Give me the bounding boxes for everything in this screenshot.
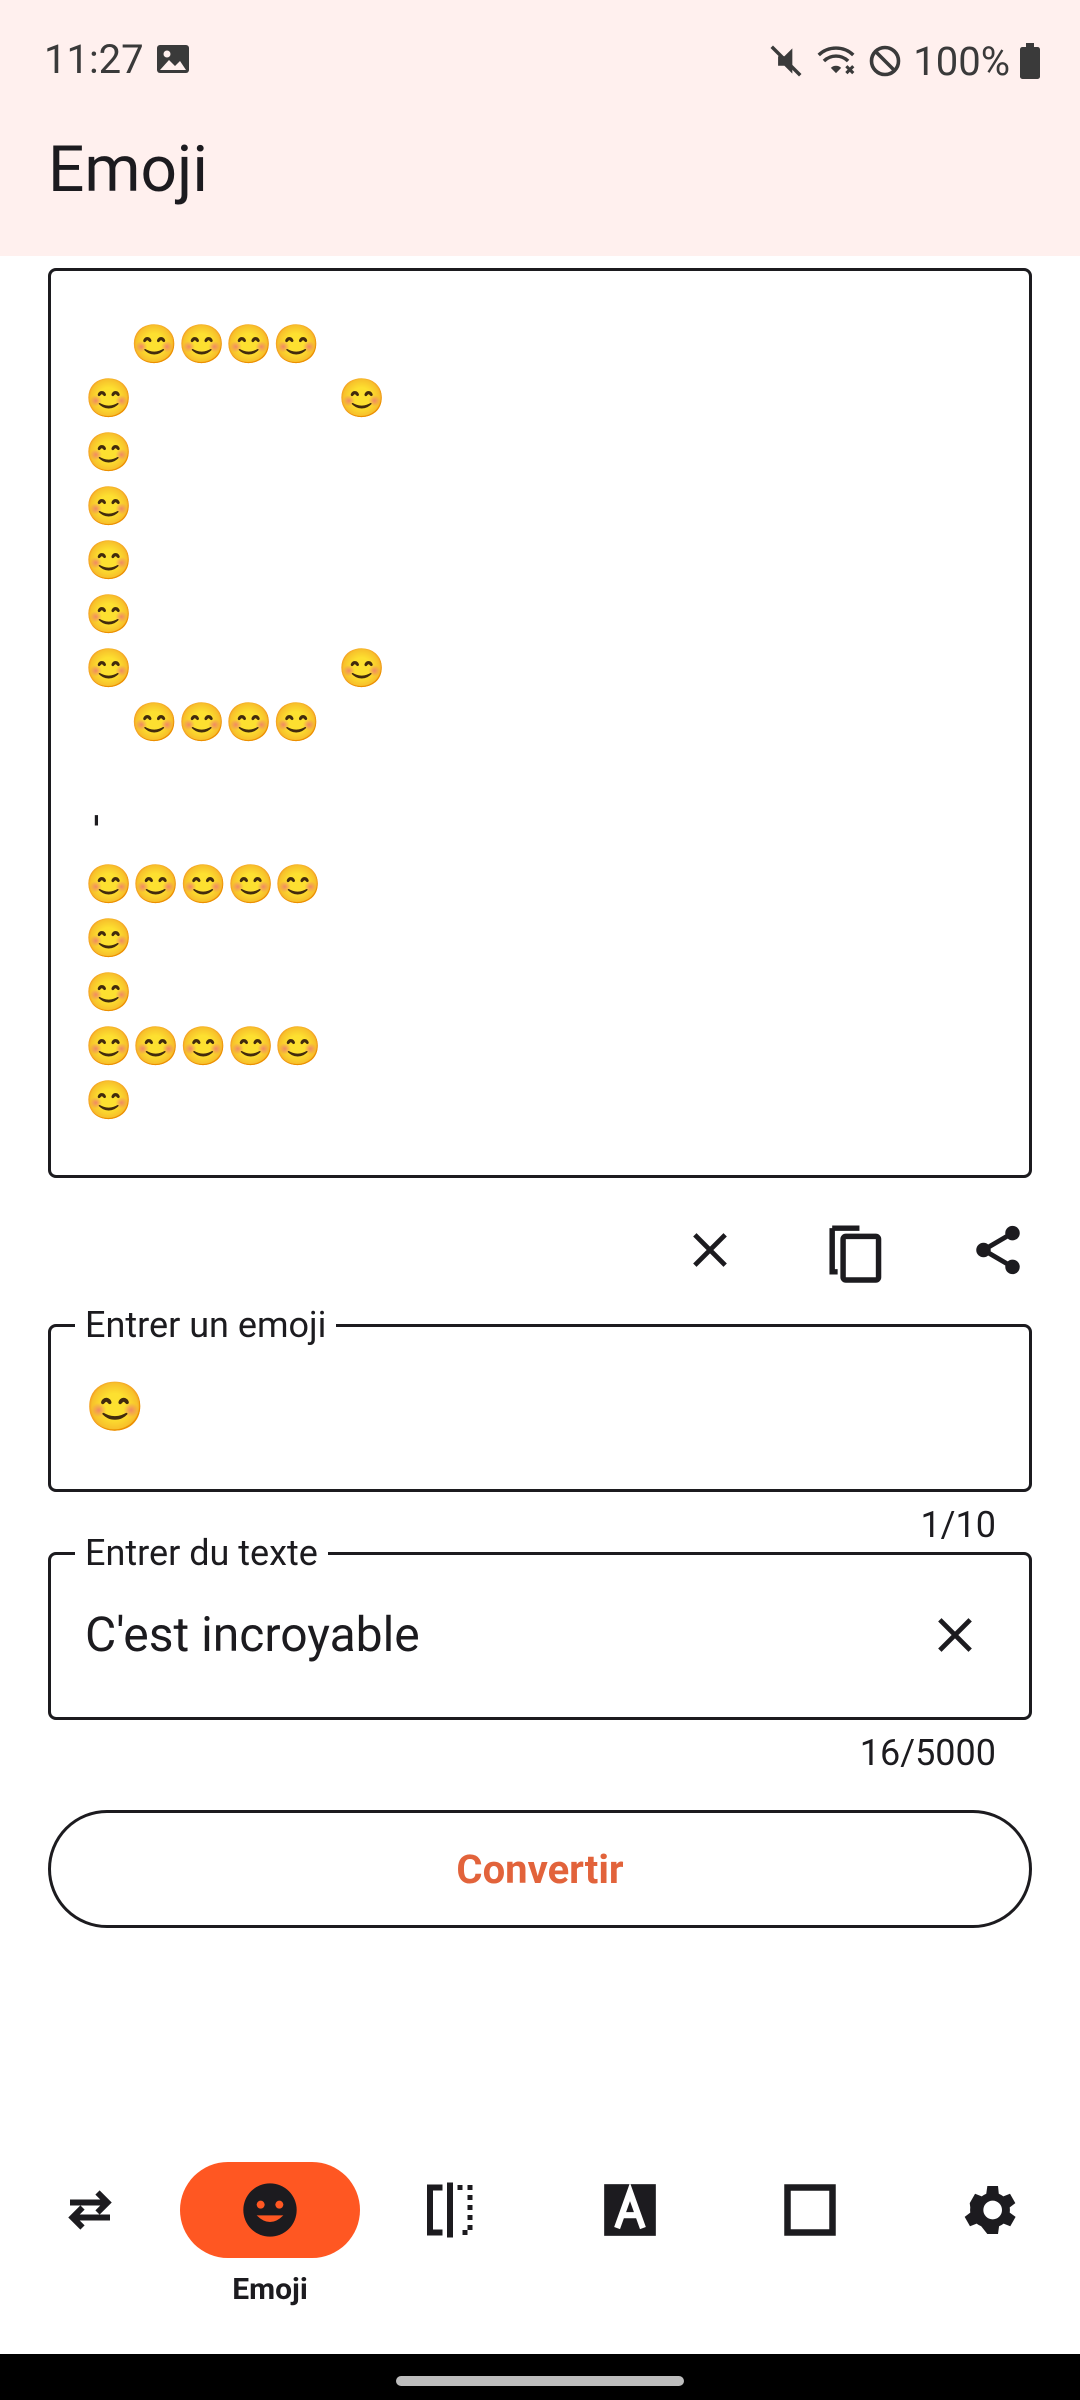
output-line: 😊	[85, 970, 133, 1014]
output-line: 😊 😊	[85, 376, 386, 420]
output-line: 😊😊😊😊	[85, 322, 321, 366]
output-line: 😊	[85, 1078, 133, 1122]
page-title: Emoji	[48, 132, 208, 207]
battery-icon	[1020, 43, 1040, 79]
clear-text-button[interactable]	[917, 1597, 993, 1673]
output-line: 😊	[85, 484, 133, 528]
close-icon	[938, 1618, 972, 1652]
nav-item-settings[interactable]	[900, 2140, 1080, 2340]
output-actions	[668, 1210, 1040, 1290]
status-time: 11:27	[44, 36, 144, 83]
output-text: 😊😊😊😊 😊 😊 😊 😊 😊 😊 😊 😊 😊😊😊😊 ' 😊😊😊😊😊 😊 😊 😊😊😊😊😊 😊	[85, 317, 386, 1127]
output-line: 😊	[85, 916, 133, 960]
emoji-icon	[243, 2183, 297, 2237]
bottom-navigation: Emoji	[0, 2140, 1080, 2354]
output-line: 😊	[85, 592, 133, 636]
text-field-label: Entrer du texte	[75, 1531, 328, 1575]
status-icons: 100%	[767, 36, 1040, 86]
system-navigation-bar	[0, 2354, 1080, 2400]
convert-button[interactable]: Convertir	[48, 1810, 1032, 1928]
clear-output-button[interactable]	[668, 1208, 752, 1292]
share-icon	[976, 1225, 1020, 1275]
output-line: 😊	[85, 538, 133, 582]
app-bar: Emoji	[0, 124, 1080, 256]
nav-item-mirror[interactable]	[360, 2140, 540, 2340]
nav-item-emoji[interactable]: Emoji	[180, 2140, 360, 2340]
text-field-value[interactable]: C'est incroyable	[85, 1605, 420, 1665]
gear-icon	[964, 2186, 1016, 2234]
battery-percent: 100%	[913, 37, 1010, 85]
mute-icon	[767, 42, 805, 80]
swap-icon	[68, 2190, 112, 2230]
output-line: 😊 😊	[85, 646, 386, 690]
mirror-icon	[427, 2182, 473, 2238]
square-icon	[784, 2184, 836, 2236]
status-bar: 11:27 100%	[0, 0, 1080, 124]
share-button[interactable]	[956, 1208, 1040, 1292]
nav-item-font[interactable]	[540, 2140, 720, 2340]
wifi-icon	[815, 42, 857, 80]
image-notification-icon	[156, 44, 190, 74]
emoji-field[interactable]: Entrer un emoji 😊	[48, 1303, 1032, 1492]
output-box[interactable]: 😊😊😊😊 😊 😊 😊 😊 😊 😊 😊 😊 😊😊😊😊 ' 😊😊😊😊😊 😊 😊 😊😊😊😊😊 😊	[48, 268, 1032, 1178]
emoji-counter: 1/10	[920, 1504, 996, 1546]
output-line: 😊😊😊😊😊	[85, 1024, 322, 1068]
dnd-icon	[867, 43, 903, 79]
font-icon	[604, 2182, 656, 2236]
output-line: 😊	[85, 430, 133, 474]
output-line: 😊😊😊😊😊	[85, 862, 322, 906]
copy-icon	[829, 1225, 882, 1283]
emoji-field-label: Entrer un emoji	[75, 1303, 337, 1347]
output-line: '	[85, 808, 108, 852]
text-counter: 16/5000	[859, 1732, 996, 1774]
nav-label-emoji: Emoji	[232, 2272, 308, 2307]
text-field[interactable]: Entrer du texte C'est incroyable	[48, 1531, 1032, 1720]
nav-item-swap[interactable]	[0, 2140, 180, 2340]
close-icon	[693, 1233, 727, 1267]
nav-item-square[interactable]	[720, 2140, 900, 2340]
output-line: 😊😊😊😊	[85, 700, 321, 744]
home-gesture-handle[interactable]	[396, 2376, 684, 2386]
emoji-field-value[interactable]: 😊	[85, 1377, 145, 1437]
copy-button[interactable]	[812, 1208, 896, 1292]
